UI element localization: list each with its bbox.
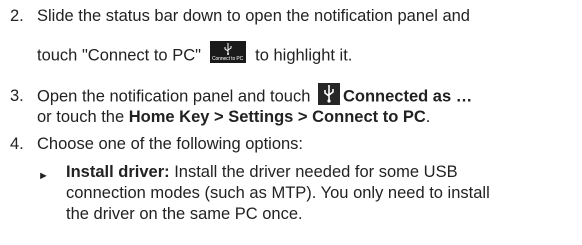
step-number: 3.	[10, 87, 24, 105]
step-3-line-2-end: .	[425, 108, 431, 126]
option-description: Install the driver needed for some USB	[169, 163, 458, 181]
step-3-line-1-start: Open the notification panel and touch	[37, 87, 315, 106]
option-text: Install driver: Install the driver neede…	[66, 162, 578, 225]
option-line-1: Install driver: Install the driver neede…	[66, 162, 578, 183]
step-3-line-2: or touch the Home Key > Settings > Conne…	[37, 107, 430, 128]
option-line-2: connection modes (such as MTP). You only…	[66, 184, 490, 202]
step-number: 2.	[10, 7, 24, 25]
step-number: 4.	[10, 135, 24, 153]
step-3-path: Home Key > Settings > Connect to PC	[128, 108, 426, 126]
bullet-arrow-icon: ►	[38, 170, 49, 182]
step-2-line-2-start: touch "Connect to PC"	[37, 46, 206, 65]
step-3-line-2-start: or touch the	[37, 108, 129, 126]
option-title: Install driver:	[66, 163, 170, 181]
usb-icon	[317, 83, 340, 105]
usb-connect-to-pc-icon: Connect to PC	[209, 41, 246, 63]
step-2-line-2: touch "Connect to PC" Connect to PC to h…	[37, 41, 353, 67]
step-3-line-1: Open the notification panel and touch Co…	[37, 83, 473, 108]
option-line-3: the driver on the same PC once.	[66, 205, 303, 223]
step-4-text: Choose one of the following options:	[37, 135, 304, 153]
step-2-line-2-end: to highlight it.	[250, 46, 353, 65]
step-2-line-1: Slide the status bar down to open the no…	[37, 7, 470, 25]
icon-caption: Connect to PC	[211, 56, 244, 62]
step-3-bold: Connected as …	[342, 87, 473, 106]
